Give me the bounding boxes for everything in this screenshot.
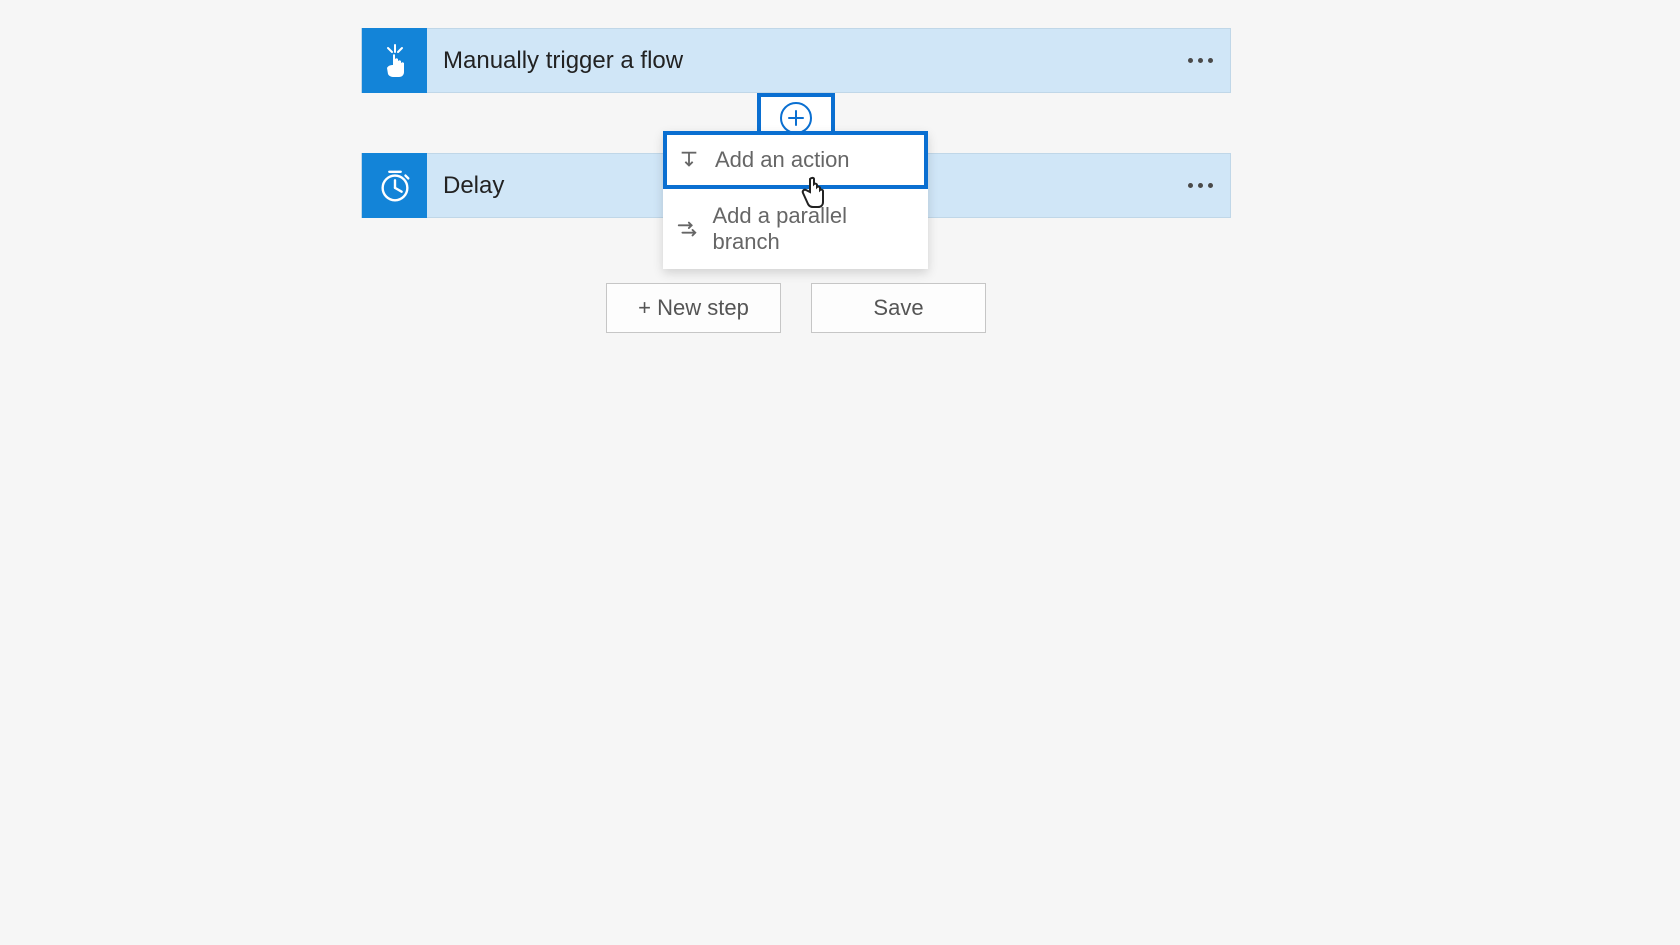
ellipsis-icon <box>1188 58 1213 63</box>
manual-trigger-icon <box>362 28 427 93</box>
new-step-button[interactable]: + New step <box>606 283 781 333</box>
add-action-icon <box>677 148 701 172</box>
menu-item-add-action[interactable]: Add an action <box>663 131 928 189</box>
ellipsis-icon <box>1188 183 1213 188</box>
new-step-label: + New step <box>638 295 749 321</box>
plus-icon <box>780 102 812 134</box>
menu-item-label: Add an action <box>715 147 850 173</box>
parallel-branch-icon <box>675 217 698 241</box>
delay-icon <box>362 153 427 218</box>
flow-designer-canvas: Manually trigger a flow Delay <box>0 0 1680 945</box>
footer-buttons: + New step Save <box>606 283 986 333</box>
trigger-card-manual[interactable]: Manually trigger a flow <box>361 28 1231 93</box>
menu-item-label: Add a parallel branch <box>712 203 916 255</box>
card-more-menu[interactable] <box>1170 183 1230 188</box>
insert-step-menu: Add an action Add a parallel branch <box>663 131 928 269</box>
save-button[interactable]: Save <box>811 283 986 333</box>
trigger-card-title: Manually trigger a flow <box>427 47 1170 75</box>
save-label: Save <box>873 295 923 321</box>
card-more-menu[interactable] <box>1170 58 1230 63</box>
menu-item-add-parallel-branch[interactable]: Add a parallel branch <box>663 189 928 269</box>
